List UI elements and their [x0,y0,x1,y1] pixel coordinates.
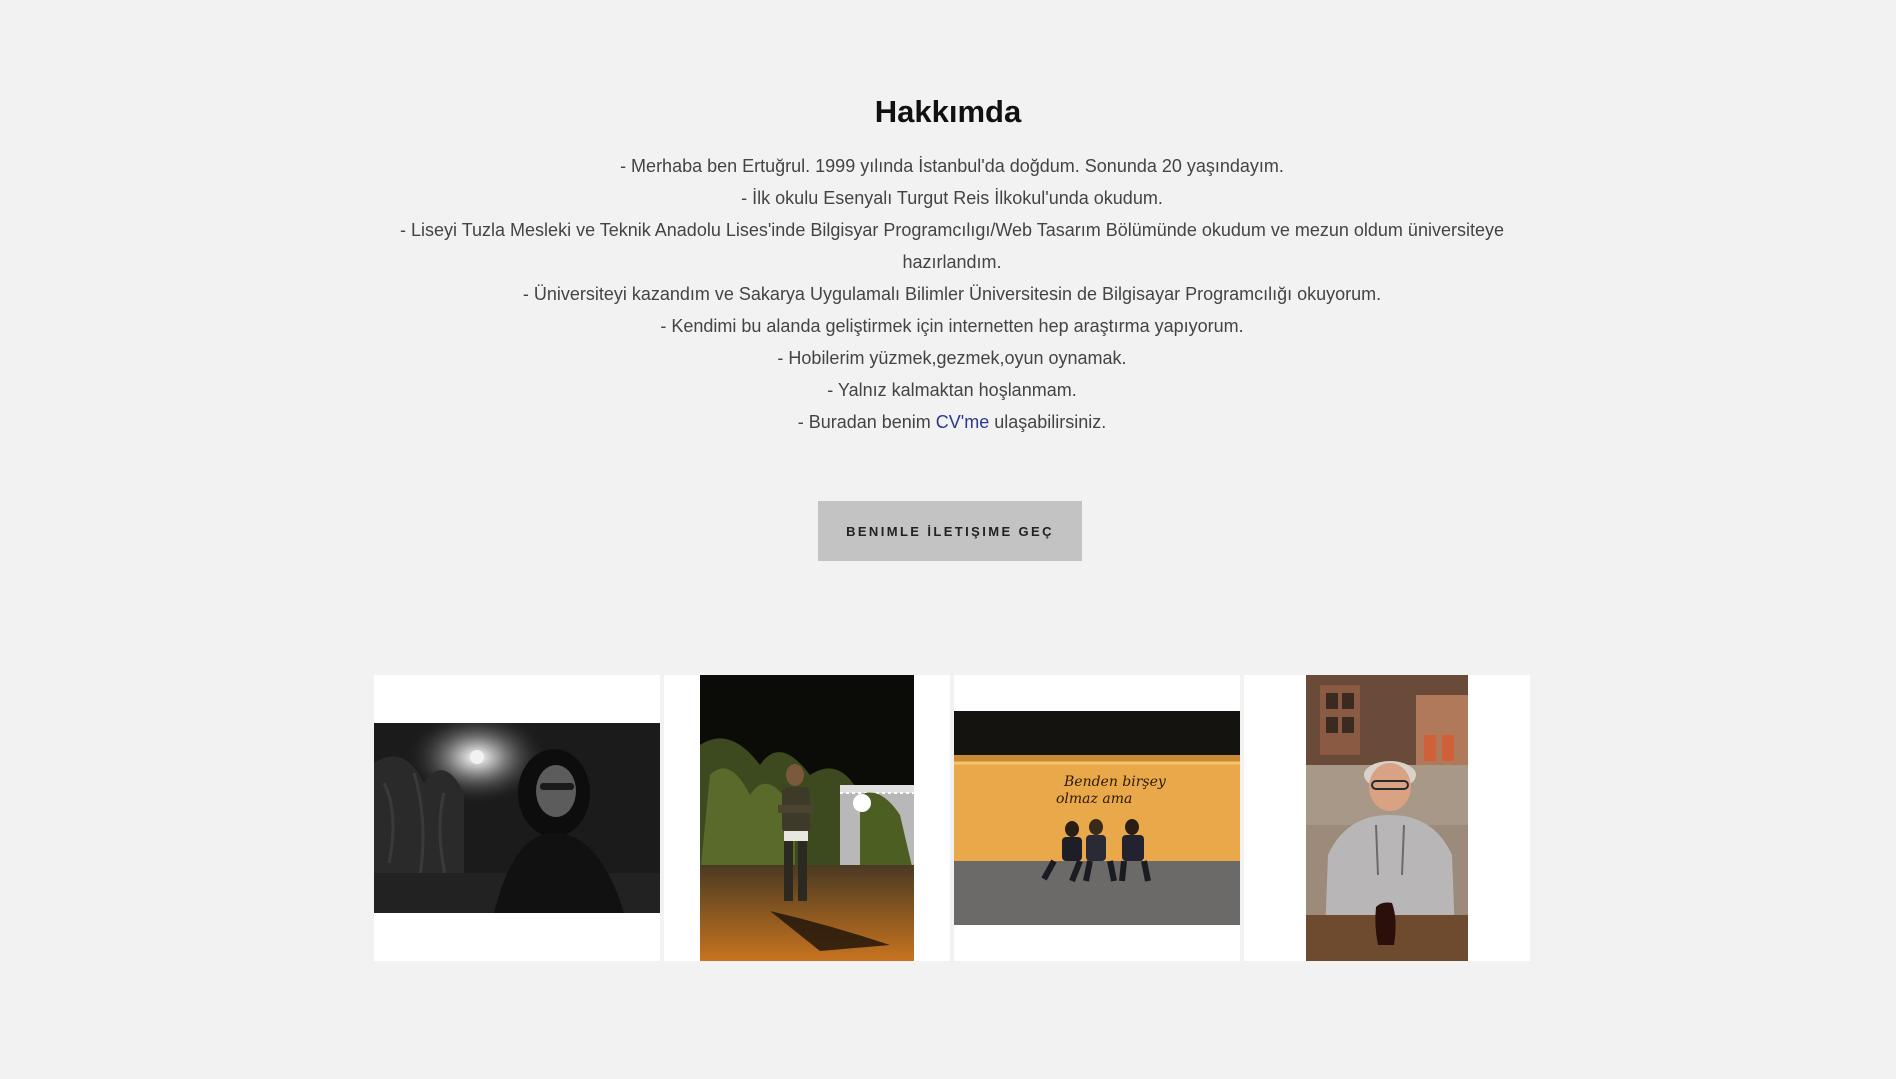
photo-gallery: Benden birşey olmaz ama [374,675,1531,961]
gallery-item-4[interactable] [1244,675,1530,961]
bio-text: - Merhaba ben Ertuğrul. 1999 yılında İst… [390,150,1514,438]
bio-line: - Üniversiteyi kazandım ve Sakarya Uygul… [522,284,1382,304]
bio-line: - Hobilerim yüzmek,gezmek,oyun oynamak. [777,348,1127,368]
bio-line: - Merhaba ben Ertuğrul. 1999 yılında İst… [620,156,1284,176]
wall-graffiti-line-1: Benden birşey [1063,774,1167,790]
bio-line: - İlk okulu Esenyalı Turgut Reis İlkokul… [741,188,1163,208]
gallery-item-3[interactable]: Benden birşey olmaz ama [954,675,1240,961]
bio-line-cv: - Buradan benim CV'me ulaşabilirsiniz. [390,406,1514,438]
photo-standing-person-night [700,675,914,961]
cv-line-prefix: - Buradan benim [797,412,936,432]
section-title: Hakkımda [874,94,1022,129]
cv-line-suffix: ulaşabilirsiniz. [989,412,1107,432]
photo-person-grey-hoodie [1306,675,1468,961]
cv-link[interactable]: CV'me [936,412,989,432]
gallery-item-2[interactable] [664,675,950,961]
contact-me-button[interactable]: BENIMLE İLETIŞIME GEÇ [818,501,1082,561]
gallery-item-1[interactable] [374,675,660,961]
photo-hooded-person-bw [374,723,660,913]
bio-line: - Yalnız kalmaktan hoşlanmam. [827,380,1077,400]
bio-line: - Liseyi Tuzla Mesleki ve Teknik Anadolu… [400,220,1504,272]
wall-graffiti-line-2: olmaz ama [1056,791,1132,807]
photo-group-by-wall: Benden birşey olmaz ama [954,711,1240,925]
bio-line: - Kendimi bu alanda geliştirmek için int… [660,316,1244,336]
